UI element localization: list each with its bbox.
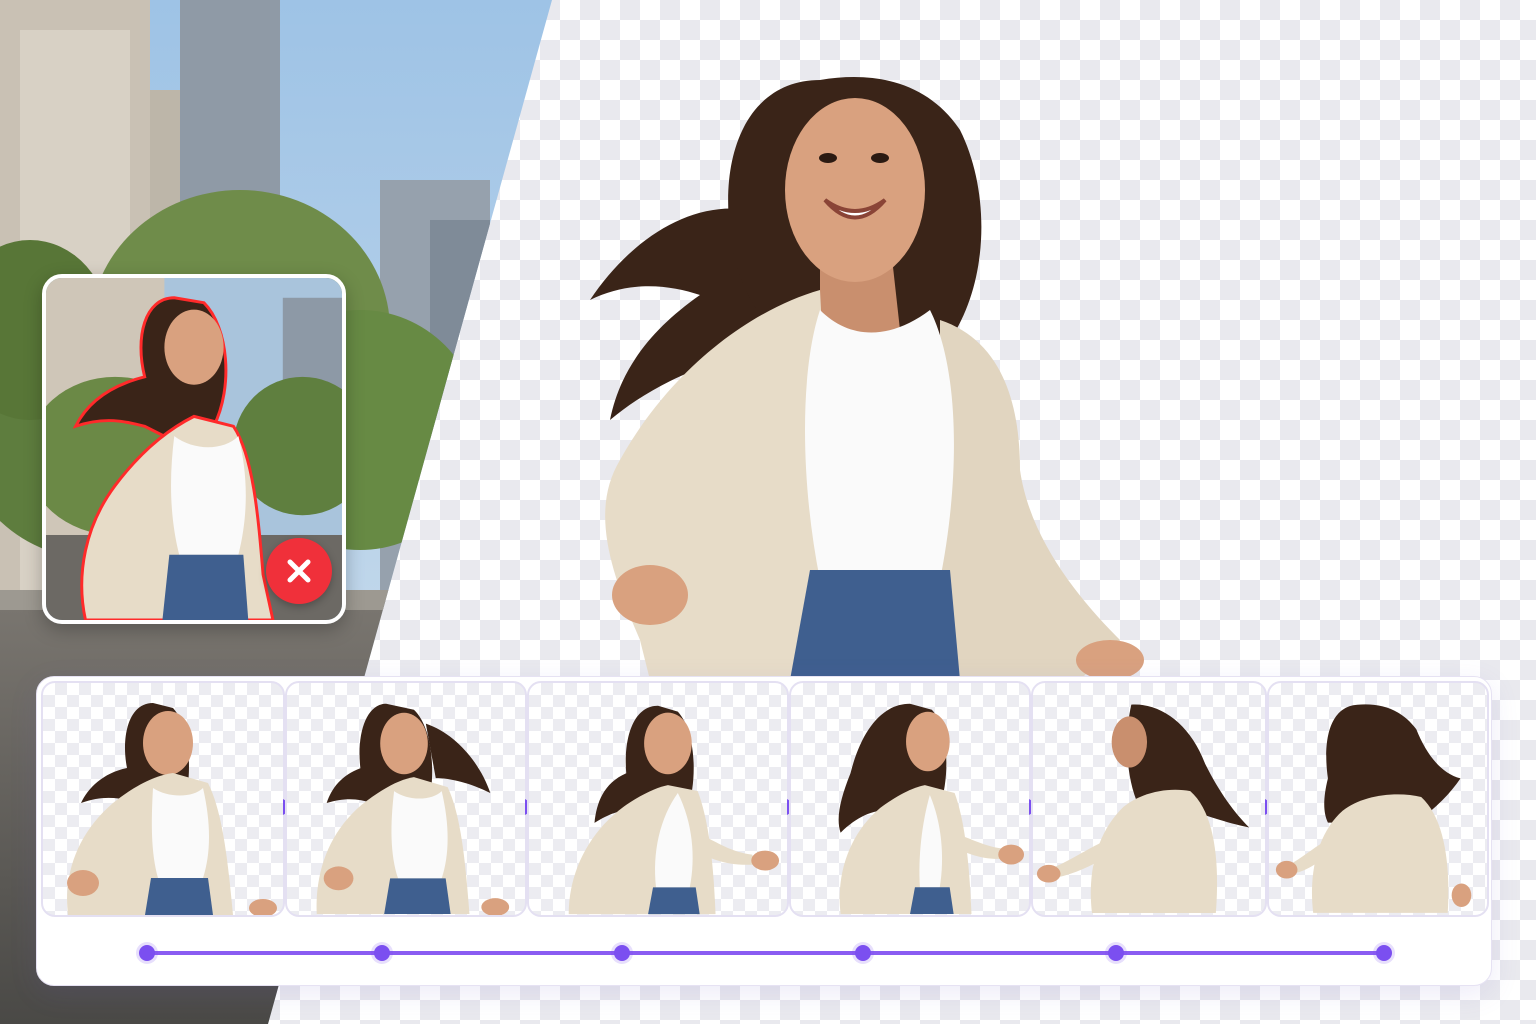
reject-badge[interactable] (266, 538, 332, 604)
keyframe-4[interactable] (855, 945, 871, 961)
timeline-frame-2[interactable] (285, 681, 527, 917)
timeline-frame-6[interactable] (1267, 681, 1489, 917)
timeline-frame-5[interactable] (1031, 681, 1267, 917)
keyframe-5[interactable] (1108, 945, 1124, 961)
timeline-scrubber-track[interactable] (147, 951, 1385, 955)
keyframe-6[interactable] (1376, 945, 1392, 961)
close-icon (287, 559, 311, 583)
keyframe-2[interactable] (374, 945, 390, 961)
keyframe-1[interactable] (139, 945, 155, 961)
timeline-panel (36, 676, 1492, 986)
timeline-frame-1[interactable] (41, 681, 285, 917)
keyframe-3[interactable] (614, 945, 630, 961)
cutout-subject-figure (520, 40, 1200, 680)
background-removal-canvas (0, 0, 1536, 1024)
timeline-frame-3[interactable] (527, 681, 789, 917)
timeline-frame-4[interactable] (789, 681, 1031, 917)
